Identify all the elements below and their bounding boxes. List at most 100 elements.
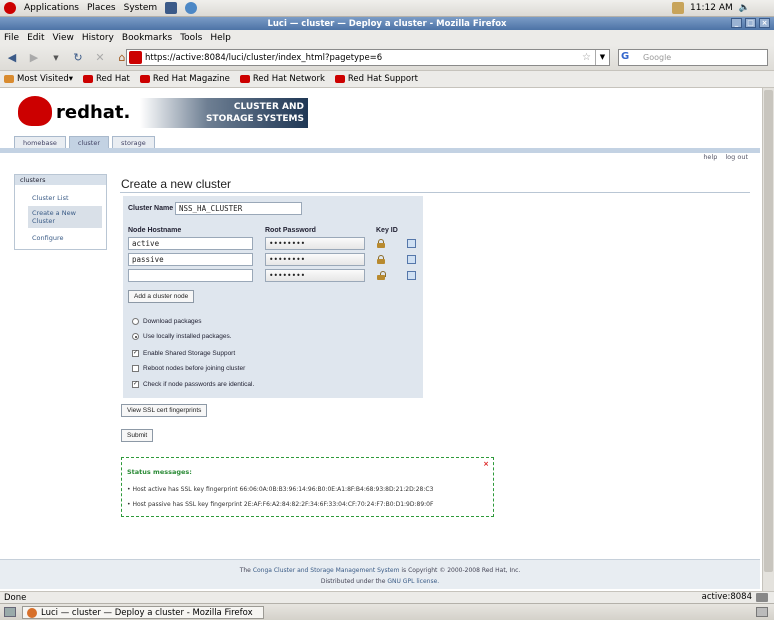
sidebar-item-cluster-list[interactable]: Cluster List xyxy=(15,185,106,202)
node-hostname-input-2[interactable]: passive xyxy=(128,253,253,266)
conga-link[interactable]: Conga Cluster and Storage Management Sys… xyxy=(253,567,400,574)
volume-icon[interactable]: 🔈 xyxy=(739,3,750,13)
root-password-input-1[interactable]: •••••••• xyxy=(265,237,365,250)
menu-help[interactable]: Help xyxy=(210,33,231,43)
root-password-header: Root Password xyxy=(265,227,316,234)
system-menu[interactable]: System xyxy=(124,3,158,13)
shared-storage-checkbox[interactable]: ✓ xyxy=(132,350,139,357)
ssl-lock-icon[interactable] xyxy=(756,592,768,602)
main-tabs: homebase cluster storage xyxy=(14,136,155,148)
workspace-switcher-icon[interactable] xyxy=(756,607,768,617)
redhat-bookmark-icon xyxy=(83,75,94,83)
sidebar-item-configure[interactable]: Configure xyxy=(15,228,106,242)
bookmark-star-icon[interactable]: ☆ xyxy=(582,52,591,63)
title-divider xyxy=(120,192,750,193)
places-menu[interactable]: Places xyxy=(87,3,116,13)
tab-cluster[interactable]: cluster xyxy=(68,136,110,148)
bookmarks-toolbar: Most Visited▾ Red Hat Red Hat Magazine R… xyxy=(0,71,774,88)
node-hostname-input-1[interactable]: active xyxy=(128,237,253,250)
footer-copyright: The Conga Cluster and Storage Management… xyxy=(0,565,760,576)
tab-storage[interactable]: storage xyxy=(112,136,155,148)
taskbar-firefox-window[interactable]: Luci — cluster — Deploy a cluster - Mozi… xyxy=(22,606,264,619)
firefox-menu-bar: File Edit View History Bookmarks Tools H… xyxy=(0,30,774,45)
root-password-input-3[interactable]: •••••••• xyxy=(265,269,365,282)
applications-menu[interactable]: Applications xyxy=(24,3,79,13)
menu-bookmarks[interactable]: Bookmarks xyxy=(122,33,172,43)
forward-arrow-icon[interactable]: ▶ xyxy=(26,50,42,66)
page-content: redhat. CLUSTER AND STORAGE SYSTEMS home… xyxy=(0,88,760,591)
key-id-header: Key ID xyxy=(376,227,398,234)
folder-icon xyxy=(4,75,14,83)
option-reboot-nodes[interactable]: Reboot nodes before joining cluster xyxy=(132,365,245,372)
update-notifier-icon[interactable] xyxy=(672,2,685,14)
bookmark-most-visited[interactable]: Most Visited▾ xyxy=(4,74,73,84)
url-dropdown-icon[interactable]: ▼ xyxy=(595,50,609,65)
shadowman-logo-icon xyxy=(18,96,52,126)
reboot-nodes-checkbox[interactable] xyxy=(132,365,139,372)
search-input[interactable]: G Google xyxy=(618,49,768,66)
logout-link[interactable]: log out xyxy=(725,153,748,162)
reload-icon[interactable]: ↻ xyxy=(70,50,86,66)
option-download-packages[interactable]: Download packages xyxy=(132,318,202,325)
node-hostname-header: Node Hostname xyxy=(128,227,182,234)
history-dropdown-icon[interactable]: ▼ xyxy=(48,50,64,66)
bookmark-red-hat-magazine[interactable]: Red Hat Magazine xyxy=(139,74,230,84)
cluster-storage-banner: CLUSTER AND STORAGE SYSTEMS xyxy=(140,98,308,128)
page-footer: The Conga Cluster and Storage Management… xyxy=(0,559,760,589)
option-label: Use locally installed packages. xyxy=(143,333,232,340)
bookmark-red-hat-network[interactable]: Red Hat Network xyxy=(239,74,325,84)
tab-homebase[interactable]: homebase xyxy=(14,136,66,148)
view-ssl-fingerprints-button[interactable]: View SSL cert fingerprints xyxy=(121,404,208,417)
key-id-icon[interactable] xyxy=(407,255,416,264)
sidebar-heading: clusters xyxy=(15,175,106,185)
close-window-button[interactable]: × xyxy=(759,18,770,28)
identical-passwords-checkbox[interactable]: ✓ xyxy=(132,381,139,388)
email-launcher-icon[interactable] xyxy=(165,2,178,14)
gpl-license-link[interactable]: GNU GPL license. xyxy=(387,578,439,585)
help-link[interactable]: help xyxy=(703,153,717,162)
cluster-name-input[interactable]: NSS_HA_CLUSTER xyxy=(175,202,302,215)
add-cluster-node-button[interactable]: Add a cluster node xyxy=(128,290,195,303)
local-packages-radio[interactable] xyxy=(132,333,139,340)
stop-icon[interactable]: ✕ xyxy=(92,50,108,66)
lock-icon xyxy=(377,255,385,264)
browser-launcher-icon[interactable] xyxy=(185,2,198,14)
clock[interactable]: 11:12 AM xyxy=(690,3,733,13)
menu-edit[interactable]: Edit xyxy=(27,33,44,43)
close-status-icon[interactable]: × xyxy=(483,460,489,468)
panel-clock-area: 11:12 AM 🔈 xyxy=(672,2,750,14)
menu-view[interactable]: View xyxy=(53,33,74,43)
show-desktop-icon[interactable] xyxy=(4,607,16,617)
node-hostname-input-3[interactable] xyxy=(128,269,253,282)
menu-file[interactable]: File xyxy=(4,33,19,43)
bookmark-red-hat[interactable]: Red Hat xyxy=(83,74,130,84)
back-arrow-icon[interactable]: ◀ xyxy=(4,50,20,66)
footer-text: is Copyright © 2000-2008 Red Hat, Inc. xyxy=(401,567,521,574)
scrollbar-thumb[interactable] xyxy=(764,90,773,572)
url-text: https://active:8084/luci/cluster/index_h… xyxy=(145,52,383,63)
maximize-button[interactable]: □ xyxy=(745,18,756,28)
menu-history[interactable]: History xyxy=(82,33,114,43)
sidebar-item-create-cluster[interactable]: Create a New Cluster xyxy=(28,206,102,228)
minimize-button[interactable]: _ xyxy=(731,18,742,28)
vertical-scrollbar[interactable] xyxy=(762,88,774,591)
cluster-name-label: Cluster Name xyxy=(128,205,174,212)
status-host: active:8084 xyxy=(701,592,752,602)
option-local-packages[interactable]: Use locally installed packages. xyxy=(132,333,232,340)
option-shared-storage[interactable]: ✓ Enable Shared Storage Support xyxy=(132,350,235,357)
page-title: Create a new cluster xyxy=(121,177,232,191)
root-password-input-2[interactable]: •••••••• xyxy=(265,253,365,266)
window-title-bar[interactable]: Luci — cluster — Deploy a cluster - Mozi… xyxy=(0,17,774,30)
key-id-icon[interactable] xyxy=(407,239,416,248)
bookmark-red-hat-support[interactable]: Red Hat Support xyxy=(334,74,418,84)
redhat-logo[interactable]: redhat. CLUSTER AND STORAGE SYSTEMS xyxy=(18,96,308,130)
option-identical-passwords[interactable]: ✓ Check if node passwords are identical. xyxy=(132,381,254,388)
submit-button[interactable]: Submit xyxy=(121,429,154,442)
download-packages-radio[interactable] xyxy=(132,318,139,325)
footer-license: Distributed under the GNU GPL license. xyxy=(0,576,760,587)
google-engine-icon[interactable]: G xyxy=(621,51,629,62)
key-id-icon[interactable] xyxy=(407,271,416,280)
url-bar[interactable]: https://active:8084/luci/cluster/index_h… xyxy=(126,49,610,66)
taskbar-window-label: Luci — cluster — Deploy a cluster - Mozi… xyxy=(41,607,253,618)
menu-tools[interactable]: Tools xyxy=(180,33,202,43)
